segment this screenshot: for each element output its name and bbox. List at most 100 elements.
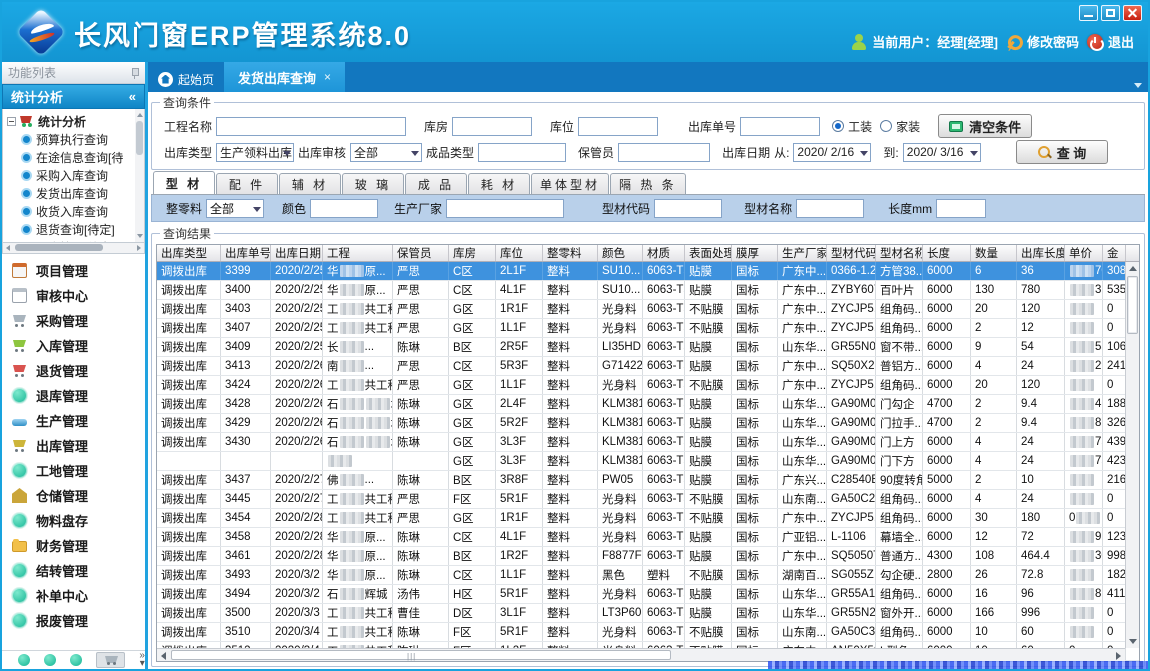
material-tab-7[interactable]: 隔 热 条 (610, 173, 686, 194)
table-row-7[interactable]: 调拨出库34282020/2/26石城陈琳G区2L4F整料KLM38176063… (157, 395, 1139, 414)
date-to-select[interactable]: 2020/ 3/16 (903, 143, 981, 162)
column-header-18[interactable]: 单价 (1065, 245, 1103, 261)
maximize-button[interactable] (1101, 5, 1120, 21)
column-header-8[interactable]: 颜色 (598, 245, 643, 261)
tree-vertical-scrollbar[interactable] (135, 109, 144, 242)
tree-horizontal-scrollbar[interactable] (2, 243, 145, 254)
tree-item-3[interactable]: 发货出库查询 (7, 184, 142, 202)
tree-item-5[interactable]: 退货查询[待定] (7, 220, 142, 238)
table-row-1[interactable]: 调拨出库34002020/2/25华原...严思C区4L1F整料SU10...6… (157, 281, 1139, 300)
column-header-0[interactable]: 出库类型 (157, 245, 221, 261)
tree-root-item[interactable]: 统计分析 (7, 112, 142, 130)
sidebar-item-7[interactable]: 出库管理 (2, 433, 145, 458)
table-row-3[interactable]: 调拨出库34072020/2/25工共工程严思G区1L1F整料光身料6063-T… (157, 319, 1139, 338)
column-header-14[interactable]: 型材名称 (876, 245, 923, 261)
table-row-10[interactable]: G区3L3F整料KLM38176063-T5贴膜国标山东华...GA90M09.… (157, 452, 1139, 471)
column-header-12[interactable]: 生产厂家 (778, 245, 827, 261)
nav-dot-icon[interactable] (44, 654, 56, 666)
table-row-5[interactable]: 调拨出库34132020/2/26南...严思C区5R3F整料G71422606… (157, 357, 1139, 376)
column-header-2[interactable]: 出库日期 (271, 245, 323, 261)
column-header-11[interactable]: 膜厚 (732, 245, 778, 261)
logout-button[interactable]: 退出 (1087, 32, 1134, 51)
whole-piece-select[interactable]: 全部 (206, 199, 264, 218)
product-type-input[interactable] (478, 143, 566, 162)
sidebar-item-2[interactable]: 采购管理 (2, 308, 145, 333)
column-header-3[interactable]: 工程 (323, 245, 393, 261)
column-header-19[interactable]: 金 (1103, 245, 1126, 261)
column-header-1[interactable]: 出库单号 (221, 245, 271, 261)
tree-expander-icon[interactable] (7, 117, 16, 126)
stats-section-header[interactable]: 统计分析 « (2, 84, 145, 109)
radio-home-decoration[interactable]: 家装 (880, 118, 920, 135)
collapse-icon[interactable]: « (129, 89, 136, 104)
table-row-19[interactable]: 调拨出库35102020/3/4工共工程陈琳F区5R1F整料光身料6063-T5… (157, 623, 1139, 642)
nav-dot-icon[interactable] (18, 654, 30, 666)
location-input[interactable] (578, 117, 658, 136)
tab-home[interactable]: 起始页 (148, 66, 224, 92)
sidebar-item-5[interactable]: 退库管理 (2, 383, 145, 408)
table-row-11[interactable]: 调拨出库34372020/2/27佛...陈琳B区3R8F整料PW056063-… (157, 471, 1139, 490)
tree-item-4[interactable]: 收货入库查询 (7, 202, 142, 220)
minimize-button[interactable] (1079, 5, 1098, 21)
tree-item-2[interactable]: 采购入库查询 (7, 166, 142, 184)
material-tab-5[interactable]: 耗 材 (468, 173, 530, 194)
profile-code-input[interactable] (654, 199, 722, 218)
table-row-2[interactable]: 调拨出库34032020/2/25工共工程严思G区1R1F整料光身料6063-T… (157, 300, 1139, 319)
order-no-input[interactable] (740, 117, 820, 136)
out-type-select[interactable]: 生产领料出库 (216, 143, 294, 162)
color-input[interactable] (310, 199, 378, 218)
table-row-16[interactable]: 调拨出库34932020/3/2华原...陈琳C区1L1F整料黑色塑料不贴膜国标… (157, 566, 1139, 585)
material-tab-4[interactable]: 成 品 (405, 173, 467, 194)
sidebar-item-6[interactable]: 生产管理 (2, 408, 145, 433)
tree-item-1[interactable]: 在途信息查询[待 (7, 148, 142, 166)
column-header-17[interactable]: 出库长度 (1017, 245, 1065, 261)
sidebar-item-14[interactable]: 报废管理 (2, 608, 145, 633)
table-row-14[interactable]: 调拨出库34582020/2/28华原...陈琳C区4L1F整料光身料6063-… (157, 528, 1139, 547)
material-tab-6[interactable]: 单体型材 (531, 173, 609, 194)
sidebar-item-10[interactable]: 物料盘存 (2, 508, 145, 533)
radio-work-clothing[interactable]: 工装 (832, 118, 872, 135)
tabstrip-dropdown-icon[interactable] (1134, 83, 1142, 88)
table-row-13[interactable]: 调拨出库34542020/2/28工共工程严思G区1R1F整料光身料6063-T… (157, 509, 1139, 528)
sidebar-item-12[interactable]: 结转管理 (2, 558, 145, 583)
profile-name-input[interactable] (796, 199, 864, 218)
table-row-18[interactable]: 调拨出库35002020/3/3工共工程曹佳D区3L1F整料LT3P606063… (157, 604, 1139, 623)
table-row-15[interactable]: 调拨出库34612020/2/28华原...陈琳B区1R2F整料F8877FT6… (157, 547, 1139, 566)
material-tab-3[interactable]: 玻 璃 (342, 173, 404, 194)
sidebar-item-3[interactable]: 入库管理 (2, 333, 145, 358)
table-row-0[interactable]: 调拨出库33992020/2/25华原...严思C区2L1F整料SU10...6… (157, 262, 1139, 281)
change-password-button[interactable]: 修改密码 (1006, 32, 1079, 51)
material-tab-2[interactable]: 辅 材 (279, 173, 341, 194)
column-header-9[interactable]: 材质 (643, 245, 685, 261)
grid-vertical-scrollbar[interactable] (1125, 262, 1139, 648)
audit-select[interactable]: 全部 (350, 143, 422, 162)
table-row-8[interactable]: 调拨出库34292020/2/26石城陈琳G区5R2F整料KLM38176063… (157, 414, 1139, 433)
table-row-12[interactable]: 调拨出库34452020/2/27工共工程严思F区5R1F整料光身料6063-T… (157, 490, 1139, 509)
tree-item-0[interactable]: 预算执行查询 (7, 130, 142, 148)
clear-conditions-button[interactable]: 清空条件 (938, 114, 1032, 138)
length-input[interactable] (936, 199, 986, 218)
table-row-17[interactable]: 调拨出库34942020/3/2石辉城汤伟H区5R1F整料光身料6063-T5贴… (157, 585, 1139, 604)
date-from-select[interactable]: 2020/ 2/16 (793, 143, 871, 162)
tab-close-icon[interactable]: × (324, 70, 331, 84)
material-tab-0[interactable]: 型 材 (153, 171, 215, 194)
warehouse-input[interactable] (452, 117, 532, 136)
more-options-button[interactable]: »▾ (139, 652, 145, 668)
project-name-input[interactable] (216, 117, 406, 136)
sidebar-item-11[interactable]: 财务管理 (2, 533, 145, 558)
table-row-4[interactable]: 调拨出库34092020/2/25长...陈琳B区2R5F整料LI35HD606… (157, 338, 1139, 357)
nav-cart-button[interactable] (96, 652, 126, 668)
sidebar-item-9[interactable]: 仓储管理 (2, 483, 145, 508)
tab-shipping-outbound-query[interactable]: 发货出库查询 × (224, 62, 345, 92)
column-header-15[interactable]: 长度 (923, 245, 971, 261)
grid-horizontal-scrollbar[interactable]: ||| (157, 648, 1125, 661)
close-button[interactable] (1123, 5, 1142, 21)
sidebar-item-4[interactable]: 退货管理 (2, 358, 145, 383)
column-header-10[interactable]: 表面处理 (685, 245, 732, 261)
keeper-input[interactable] (618, 143, 710, 162)
column-header-5[interactable]: 库房 (449, 245, 496, 261)
nav-dot-icon[interactable] (70, 654, 82, 666)
column-header-4[interactable]: 保管员 (393, 245, 449, 261)
table-row-9[interactable]: 调拨出库34302020/2/26石城陈琳G区3L3F整料KLM38176063… (157, 433, 1139, 452)
sidebar-item-0[interactable]: 项目管理 (2, 258, 145, 283)
